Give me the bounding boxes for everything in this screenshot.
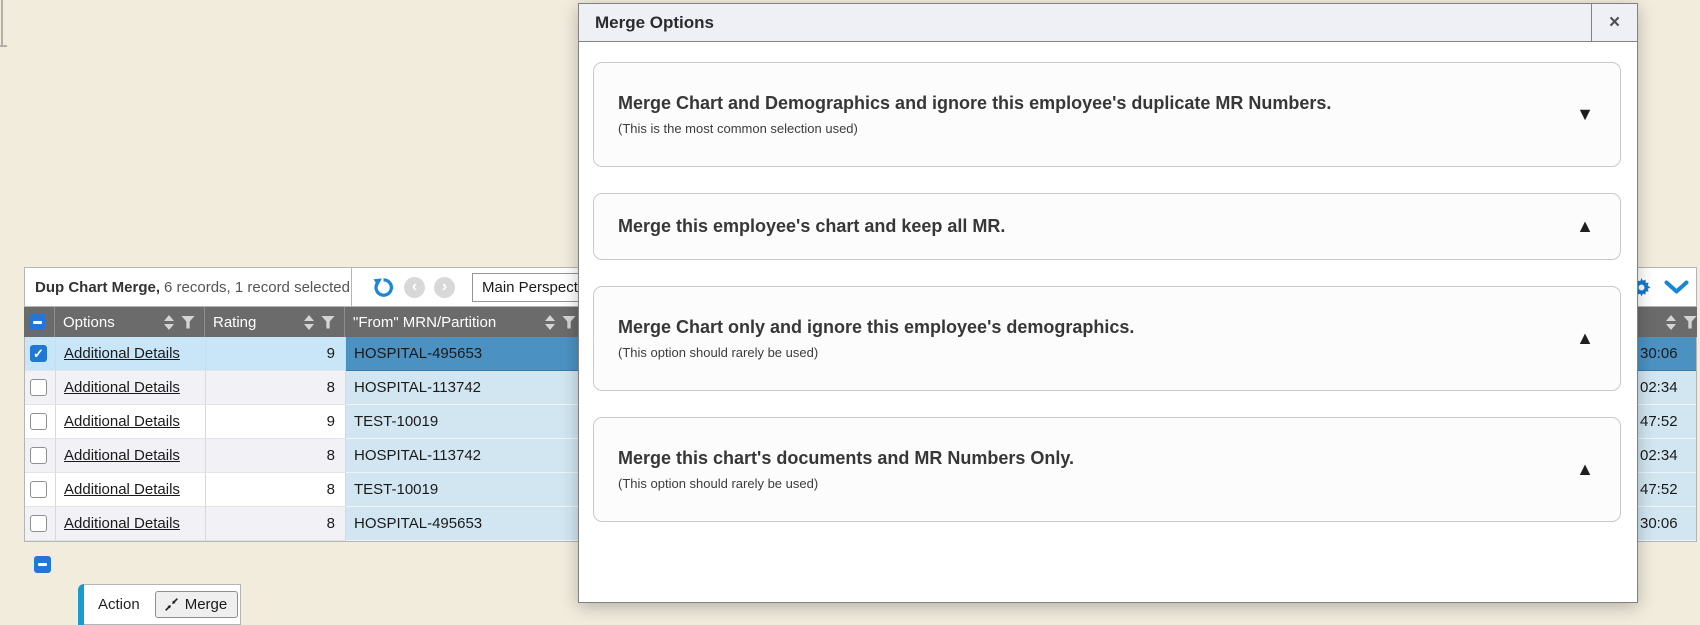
sort-icon[interactable]	[545, 315, 555, 330]
app-window: Dup Chart Merge, 6 records, 1 record sel…	[0, 0, 1700, 625]
merge-option-1[interactable]: Merge Chart and Demographics and ignore …	[593, 62, 1621, 167]
row-checkbox[interactable]	[30, 447, 47, 464]
dialog-body: Merge Chart and Demographics and ignore …	[579, 42, 1637, 522]
mrn-cell: HOSPITAL-495653	[346, 337, 587, 371]
rating-cell: 8	[206, 473, 346, 507]
sort-icon[interactable]	[164, 315, 174, 330]
action-label: Action	[98, 596, 140, 613]
filter-icon[interactable]	[321, 316, 335, 329]
merge-options-dialog: Merge Options × Merge Chart and Demograp…	[578, 3, 1638, 603]
triangle-down-icon[interactable]: ▼	[1576, 104, 1594, 125]
merge-option-text: Merge Chart and Demographics and ignore …	[618, 93, 1331, 136]
mrn-cell: TEST-10019	[346, 473, 587, 507]
mrn-cell: HOSPITAL-113742	[346, 371, 587, 405]
chevron-down-icon[interactable]	[1664, 280, 1689, 295]
column-header-options[interactable]: Options	[55, 307, 205, 337]
merge-option-title: Merge Chart only and ignore this employe…	[618, 317, 1134, 338]
time-cell: 30:06	[1638, 337, 1696, 371]
merge-option-title: Merge this employee's chart and keep all…	[618, 216, 1005, 237]
merge-button-label: Merge	[185, 596, 228, 613]
footer-select-all-checkbox[interactable]	[34, 556, 51, 573]
merge-option-subtitle: (This option should rarely be used)	[618, 476, 1074, 491]
merge-option-text: Merge this chart's documents and MR Numb…	[618, 448, 1074, 491]
merge-option-text: Merge Chart only and ignore this employe…	[618, 317, 1134, 360]
grid-title-text: Dup Chart Merge,	[35, 279, 160, 296]
filter-icon[interactable]	[1683, 316, 1697, 329]
row-checkbox[interactable]	[30, 379, 47, 396]
time-cell: 30:06	[1638, 507, 1696, 541]
dialog-header: Merge Options ×	[579, 4, 1637, 42]
row-checkbox[interactable]	[30, 515, 47, 532]
row-checkbox[interactable]	[30, 345, 47, 362]
merge-option-3[interactable]: Merge Chart only and ignore this employe…	[593, 286, 1621, 391]
column-header-label: Rating	[213, 314, 256, 331]
mrn-cell: TEST-10019	[346, 405, 587, 439]
column-header-label: "From" MRN/Partition	[353, 314, 496, 331]
merge-option-title: Merge this chart's documents and MR Numb…	[618, 448, 1074, 469]
merge-icon	[164, 597, 179, 612]
action-bar-accent	[78, 584, 84, 625]
additional-details-link[interactable]: Additional Details	[64, 345, 180, 362]
refresh-icon[interactable]	[372, 276, 395, 299]
merge-option-2[interactable]: Merge this employee's chart and keep all…	[593, 193, 1621, 260]
row-checkbox[interactable]	[30, 481, 47, 498]
merge-option-subtitle: (This option should rarely be used)	[618, 345, 1134, 360]
select-all-checkbox[interactable]	[29, 314, 45, 330]
header-select-all-cell	[24, 307, 55, 337]
triangle-up-icon[interactable]: ▲	[1576, 328, 1594, 349]
merge-option-title: Merge Chart and Demographics and ignore …	[618, 93, 1331, 114]
close-icon[interactable]: ×	[1591, 4, 1637, 41]
time-cell: 47:52	[1638, 405, 1696, 439]
time-cell: 02:34	[1638, 439, 1696, 473]
window-edge-line	[1, 0, 3, 45]
merge-option-4[interactable]: Merge this chart's documents and MR Numb…	[593, 417, 1621, 522]
triangle-up-icon[interactable]: ▲	[1576, 459, 1594, 480]
rating-cell: 9	[206, 337, 346, 371]
additional-details-link[interactable]: Additional Details	[64, 379, 180, 396]
merge-option-subtitle: (This is the most common selection used)	[618, 121, 1331, 136]
column-header-time[interactable]	[1639, 307, 1697, 337]
perspective-value: Main Perspecti	[482, 279, 581, 296]
additional-details-link[interactable]: Additional Details	[64, 413, 180, 430]
dialog-title: Merge Options	[579, 4, 714, 41]
grid-toolbar-right	[1632, 278, 1696, 297]
row-checkbox[interactable]	[30, 413, 47, 430]
merge-option-text: Merge this employee's chart and keep all…	[618, 216, 1005, 237]
time-cell: 47:52	[1638, 473, 1696, 507]
window-edge-line	[0, 45, 7, 47]
sort-icon[interactable]	[1666, 315, 1676, 330]
rating-cell: 9	[206, 405, 346, 439]
grid-records-summary: 6 records, 1 record selected	[164, 279, 350, 296]
grid-title: Dup Chart Merge, 6 records, 1 record sel…	[25, 268, 352, 306]
next-page-button[interactable]: ›	[434, 277, 455, 298]
merge-button[interactable]: Merge	[155, 591, 239, 618]
column-header-mrn[interactable]: "From" MRN/Partition	[345, 307, 586, 337]
column-header-label: Options	[63, 314, 115, 331]
mrn-cell: HOSPITAL-113742	[346, 439, 587, 473]
triangle-up-icon[interactable]: ▲	[1576, 216, 1594, 237]
additional-details-link[interactable]: Additional Details	[64, 447, 180, 464]
mrn-cell: HOSPITAL-495653	[346, 507, 587, 541]
additional-details-link[interactable]: Additional Details	[64, 481, 180, 498]
column-header-rating[interactable]: Rating	[205, 307, 345, 337]
filter-icon[interactable]	[181, 316, 195, 329]
additional-details-link[interactable]: Additional Details	[64, 515, 180, 532]
prev-page-button[interactable]: ‹	[404, 277, 425, 298]
filter-icon[interactable]	[562, 316, 576, 329]
time-cell: 02:34	[1638, 371, 1696, 405]
rating-cell: 8	[206, 507, 346, 541]
rating-cell: 8	[206, 439, 346, 473]
sort-icon[interactable]	[304, 315, 314, 330]
action-bar: Action Merge	[78, 584, 241, 625]
rating-cell: 8	[206, 371, 346, 405]
